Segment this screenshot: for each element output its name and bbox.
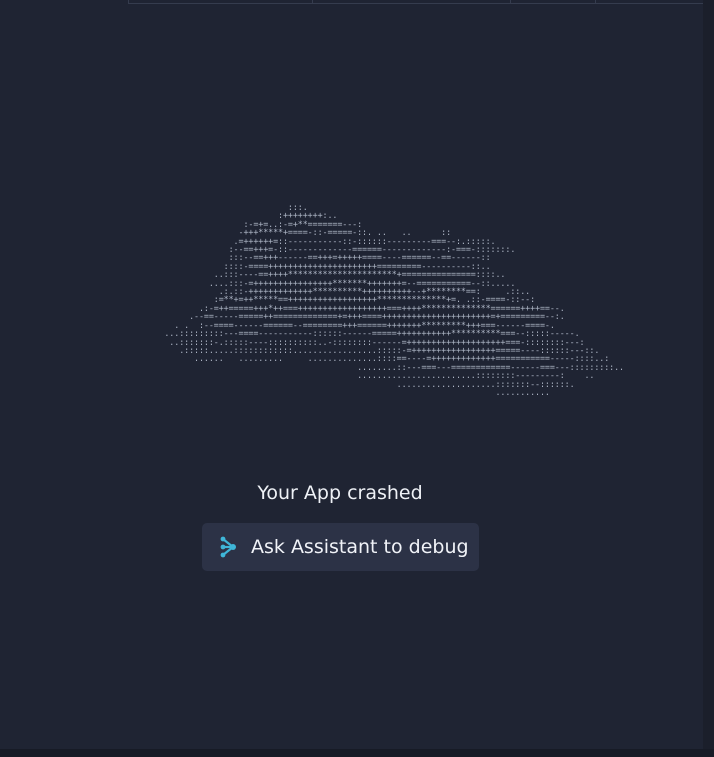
panel-right-border xyxy=(703,0,714,749)
app-preview-panel: :::. :++++++++:.. :-=+=..:-=+**=======--… xyxy=(0,0,704,749)
crash-ascii-art: :::. :++++++++:.. :-=+=..:-=+**=======--… xyxy=(164,202,624,397)
top-toolbar-strip xyxy=(128,0,704,4)
debug-button-label: Ask Assistant to debug xyxy=(251,536,469,558)
assistant-logo-icon xyxy=(217,536,239,558)
crash-message: Your App crashed xyxy=(257,482,423,504)
ask-assistant-debug-button[interactable]: Ask Assistant to debug xyxy=(202,523,479,571)
panel-bottom-border xyxy=(0,749,714,757)
